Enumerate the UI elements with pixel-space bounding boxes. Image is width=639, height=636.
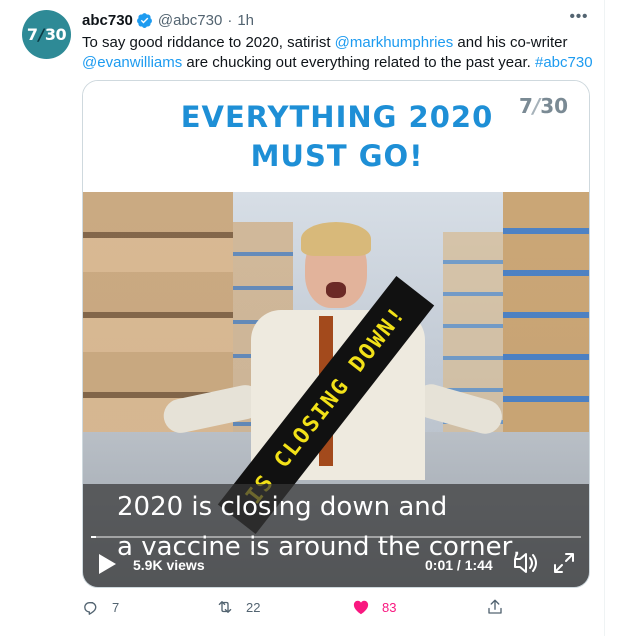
avatar-logo: 7/30 bbox=[22, 10, 71, 59]
volume-icon[interactable] bbox=[513, 551, 539, 575]
video-progress-fill bbox=[91, 536, 96, 538]
tweet-actions: 7 22 83 bbox=[82, 597, 602, 617]
fullscreen-icon[interactable] bbox=[553, 552, 575, 574]
video-caption-line1: 2020 is closing down and bbox=[117, 492, 448, 522]
tweet-text-part3: are chucking out everything related to t… bbox=[182, 54, 535, 71]
share-icon bbox=[488, 599, 502, 614]
tweet-text: To say good riddance to 2020, satirist @… bbox=[82, 33, 602, 73]
tweet-card[interactable]: 7/30 abc730 @abc730 · 1h ••• To say good… bbox=[0, 0, 605, 636]
more-horizontal-icon[interactable]: ••• bbox=[567, 8, 591, 28]
video-progress-bar[interactable] bbox=[91, 536, 581, 538]
reply-count: 7 bbox=[112, 599, 120, 615]
timeline-gutter bbox=[606, 0, 639, 636]
person-mouth bbox=[326, 282, 346, 298]
video-player[interactable]: EVERYTHING 2020 MUST GO! 7/30 IS CLOSING… bbox=[82, 80, 590, 588]
avatar-logo-left: 7 bbox=[26, 25, 38, 44]
like-count: 83 bbox=[382, 599, 397, 615]
video-controls: 5.9K views 0:01 / 1:44 bbox=[83, 536, 589, 587]
share-button[interactable] bbox=[486, 597, 516, 617]
tweet-text-part2: and his co-writer bbox=[453, 34, 568, 51]
retweet-icon bbox=[218, 601, 232, 613]
hashtag-link[interactable]: #abc730 bbox=[535, 54, 593, 71]
banner-logo-left: 7 bbox=[519, 94, 533, 118]
banner-title-line1: EVERYTHING 2020 bbox=[180, 100, 494, 134]
tweet-text-part1: To say good riddance to 2020, satirist bbox=[82, 34, 335, 51]
avatar-logo-right: 30 bbox=[44, 25, 67, 44]
banner-logo: 7/30 bbox=[519, 94, 568, 118]
avatar-logo-sep: / bbox=[38, 25, 45, 44]
timestamp[interactable]: 1h bbox=[237, 12, 254, 29]
mention-link[interactable]: @evanwilliams bbox=[82, 54, 182, 71]
mention-link[interactable]: @markhumphries bbox=[335, 34, 454, 51]
video-title-banner: EVERYTHING 2020 MUST GO! 7/30 bbox=[83, 81, 589, 192]
retweet-button[interactable]: 22 bbox=[216, 597, 260, 617]
reply-icon bbox=[84, 601, 97, 615]
video-timecode: 0:01 / 1:44 bbox=[425, 557, 493, 573]
warehouse-shelf-right bbox=[503, 192, 589, 452]
display-name[interactable]: abc730 bbox=[82, 12, 133, 29]
person-hair bbox=[301, 222, 371, 256]
heart-icon bbox=[353, 600, 369, 615]
retweet-count: 22 bbox=[246, 599, 261, 615]
verified-badge-icon bbox=[136, 12, 152, 28]
reply-button[interactable]: 7 bbox=[82, 597, 119, 617]
tweet-header: abc730 @abc730 · 1h bbox=[82, 10, 254, 30]
view-count: 5.9K views bbox=[133, 557, 205, 573]
like-button[interactable]: 83 bbox=[352, 597, 396, 617]
banner-title-line2: MUST GO! bbox=[250, 139, 424, 173]
handle[interactable]: @abc730 bbox=[158, 12, 222, 29]
separator-dot: · bbox=[227, 11, 233, 29]
avatar[interactable]: 7/30 bbox=[22, 10, 71, 59]
banner-logo-right: 30 bbox=[540, 94, 569, 118]
play-icon[interactable] bbox=[97, 553, 117, 575]
